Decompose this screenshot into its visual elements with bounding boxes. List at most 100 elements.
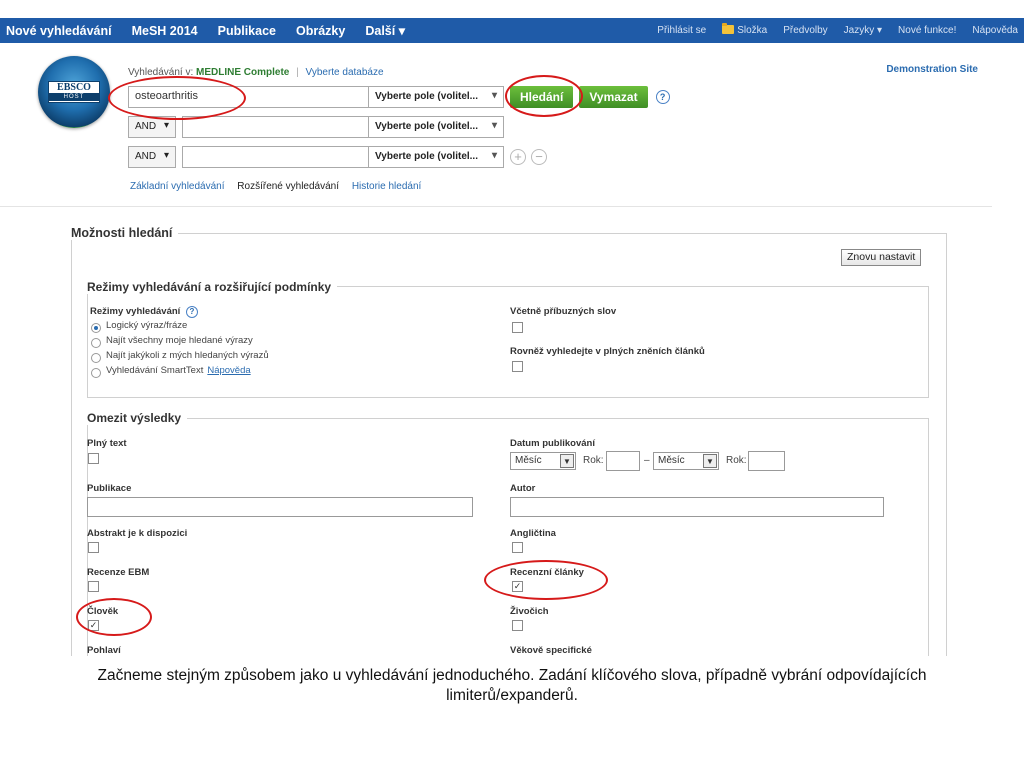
- remove-row-icon[interactable]: −: [531, 149, 547, 165]
- search-options-title: Možnosti hledání: [71, 226, 179, 240]
- top-navigation-bar: Nové vyhledávání MeSH 2014 Publikace Obr…: [0, 18, 1024, 43]
- db-name: MEDLINE Complete: [196, 67, 290, 78]
- age-label: Věkově specifické: [510, 645, 592, 656]
- modes-section-title: Režimy vyhledávání a rozšiřující podmínk…: [87, 280, 338, 294]
- chevron-down-icon: ▼: [560, 454, 574, 468]
- field-select-3[interactable]: Vyberte pole (volitel...: [369, 146, 504, 168]
- nav-sign-in[interactable]: Přihlásit se: [657, 25, 706, 36]
- mode-radio-smarttext[interactable]: [91, 368, 101, 378]
- year-from-label: Rok:: [583, 455, 604, 466]
- animal-label: Živočich: [510, 606, 549, 617]
- search-history-link[interactable]: Historie hledání: [352, 181, 421, 192]
- nav-publications[interactable]: Publikace: [218, 24, 276, 38]
- clear-button[interactable]: Vymazat: [579, 86, 648, 108]
- nav-preferences[interactable]: Předvolby: [783, 25, 827, 36]
- nav-more[interactable]: Další ▾: [365, 23, 405, 38]
- ebsco-logo[interactable]: EBSCO HOST: [38, 56, 110, 128]
- folder-icon: [722, 23, 735, 34]
- month-to-value: Měsíc: [658, 455, 685, 466]
- full-text-checkbox[interactable]: [88, 453, 99, 464]
- mode-radio-all[interactable]: [91, 338, 101, 348]
- search-input-2[interactable]: [182, 116, 369, 138]
- mode-any-label: Najít jakýkoli z mých hledaných výrazů: [106, 350, 269, 361]
- human-label: Člověk: [87, 606, 119, 617]
- pub-date-month-from[interactable]: Měsíc ▼: [510, 452, 576, 470]
- author-label: Autor: [510, 483, 536, 494]
- month-from-value: Měsíc: [515, 455, 542, 466]
- nav-help[interactable]: Nápověda: [972, 25, 1018, 36]
- modes-label-text: Režimy vyhledávání: [90, 306, 181, 317]
- fulltext-search-label: Rovněž vyhledejte v plných zněních článk…: [510, 346, 705, 357]
- chevron-down-icon: ▼: [703, 454, 717, 468]
- fulltext-search-checkbox[interactable]: [512, 361, 523, 372]
- search-mode-links: Základní vyhledávání Rozšířené vyhledává…: [130, 181, 431, 192]
- header-divider: [0, 206, 992, 207]
- ebm-checkbox[interactable]: [88, 581, 99, 592]
- logo-badge: EBSCO HOST: [48, 81, 100, 103]
- nav-languages[interactable]: Jazyky ▾: [844, 25, 882, 36]
- animal-checkbox[interactable]: [512, 620, 523, 631]
- search-row-2: AND Vyberte pole (volitel...: [128, 116, 504, 138]
- mode-all-label: Najít všechny moje hledané výrazy: [106, 335, 253, 346]
- db-prefix: Vyhledávání v:: [128, 67, 194, 78]
- review-articles-label: Recenzní články: [510, 567, 584, 578]
- year-to-input[interactable]: [748, 451, 785, 471]
- add-row-icon[interactable]: +: [510, 149, 526, 165]
- author-input[interactable]: [510, 497, 884, 517]
- modes-help-icon[interactable]: ?: [185, 306, 198, 318]
- search-input-1[interactable]: osteoarthritis: [128, 86, 369, 108]
- english-label: Angličtina: [510, 528, 556, 539]
- review-articles-checkbox[interactable]: ✓: [512, 581, 523, 592]
- related-words-label: Včetně příbuzných slov: [510, 306, 617, 317]
- year-from-input[interactable]: [606, 451, 640, 471]
- field-select-2[interactable]: Vyberte pole (volitel...: [369, 116, 504, 138]
- publication-label: Publikace: [87, 483, 132, 494]
- nav-folder-label: Složka: [737, 25, 768, 36]
- publication-input[interactable]: [87, 497, 473, 517]
- full-text-label: Plný text: [87, 438, 127, 449]
- nav-images[interactable]: Obrázky: [296, 24, 345, 38]
- demo-site-label: Demonstration Site: [886, 64, 978, 75]
- nav-mesh[interactable]: MeSH 2014: [132, 24, 198, 38]
- reset-button[interactable]: Znovu nastavit: [841, 249, 922, 266]
- modes-label: Režimy vyhledávání ?: [90, 306, 198, 318]
- search-row-3: AND Vyberte pole (volitel... + −: [128, 146, 547, 168]
- nav-folder[interactable]: Složka: [722, 23, 768, 36]
- bool-operator-2[interactable]: AND: [128, 116, 176, 138]
- abstract-checkbox[interactable]: [88, 542, 99, 553]
- nav-new-features[interactable]: Nové funkce!: [898, 25, 956, 36]
- db-separator: |: [296, 67, 299, 78]
- mode-help-link[interactable]: Nápověda: [207, 365, 250, 376]
- pub-date-label: Datum publikování: [510, 438, 595, 449]
- date-range-dash: –: [644, 455, 650, 466]
- search-input-3[interactable]: [182, 146, 369, 168]
- limits-section-title: Omezit výsledky: [87, 411, 188, 425]
- help-icon[interactable]: ?: [655, 90, 670, 104]
- mode-radio-boolean[interactable]: [91, 323, 101, 333]
- related-words-checkbox[interactable]: [512, 322, 523, 333]
- year-to-label: Rok:: [726, 455, 747, 466]
- abstract-label: Abstrakt je k dispozici: [87, 528, 188, 539]
- main-nav: Nové vyhledávání MeSH 2014 Publikace Obr…: [0, 23, 425, 39]
- mode-boolean-label: Logický výraz/fráze: [106, 320, 188, 331]
- pub-date-month-to[interactable]: Měsíc ▼: [653, 452, 719, 470]
- slide-caption: Začneme stejným způsobem jako u vyhledáv…: [97, 667, 927, 704]
- nav-new-search[interactable]: Nové vyhledávání: [6, 24, 112, 38]
- search-row-1: osteoarthritis Vyberte pole (volitel... …: [128, 86, 670, 108]
- choose-databases-link[interactable]: Vyberte databáze: [306, 67, 384, 78]
- sex-label: Pohlaví: [87, 645, 121, 656]
- mode-smarttext-label: Vyhledávání SmartText Nápověda: [106, 365, 251, 376]
- advanced-search-link[interactable]: Rozšířené vyhledávání: [237, 181, 339, 192]
- ebm-label: Recenze EBM: [87, 567, 150, 578]
- logo-text-host: HOST: [49, 93, 99, 101]
- mode-radio-any[interactable]: [91, 353, 101, 363]
- mode-smarttext-text: Vyhledávání SmartText: [106, 365, 204, 376]
- search-button[interactable]: Hledání: [510, 86, 574, 108]
- basic-search-link[interactable]: Základní vyhledávání: [130, 181, 225, 192]
- utility-nav: Přihlásit se Složka Předvolby Jazyky ▾ N…: [641, 18, 1018, 43]
- human-checkbox[interactable]: ✓: [88, 620, 99, 631]
- logo-text-ebsco: EBSCO: [57, 82, 91, 93]
- field-select-1[interactable]: Vyberte pole (volitel...: [369, 86, 504, 108]
- english-checkbox[interactable]: [512, 542, 523, 553]
- bool-operator-3[interactable]: AND: [128, 146, 176, 168]
